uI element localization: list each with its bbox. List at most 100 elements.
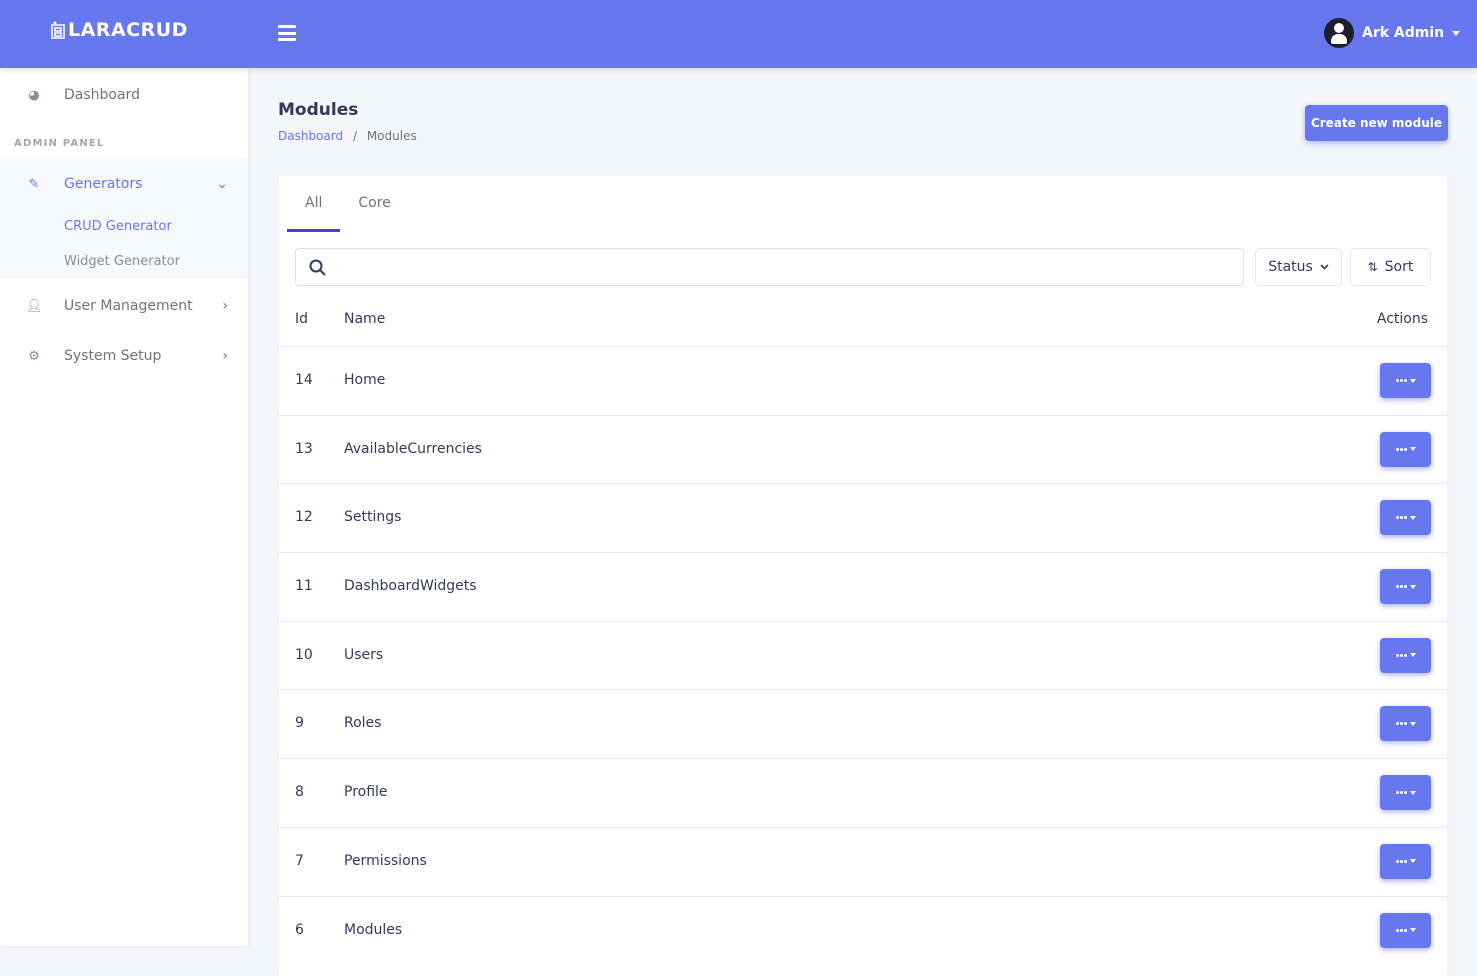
row-id: 10 xyxy=(295,646,313,663)
table-row: 12 Settings xyxy=(279,483,1447,552)
breadcrumb: Dashboard / Modules xyxy=(278,129,417,143)
caret-down-icon xyxy=(1409,928,1416,932)
row-actions-button[interactable] xyxy=(1380,637,1431,673)
row-actions-button[interactable] xyxy=(1380,431,1431,467)
app-name: LARACRUD xyxy=(68,19,188,41)
status-filter-button[interactable]: Status xyxy=(1255,248,1342,286)
more-dots-icon xyxy=(1395,653,1407,657)
row-id: 6 xyxy=(295,921,304,938)
tab-all[interactable]: All xyxy=(287,176,341,232)
generators-group: ✎ Generators ⌄ CRUD Generator Widget Gen… xyxy=(0,159,248,279)
table-row: 7 Permissions xyxy=(279,826,1447,896)
caret-down-icon xyxy=(1409,584,1416,589)
sidebar-item-label: Generators xyxy=(64,176,143,192)
sidebar-item-label: User Management xyxy=(64,298,193,314)
create-module-button[interactable]: Create new module xyxy=(1305,105,1448,141)
caret-down-icon xyxy=(1409,378,1416,383)
column-header-actions: Actions xyxy=(1376,311,1428,327)
row-name: Profile xyxy=(344,784,388,801)
chevron-down-icon xyxy=(1320,264,1329,270)
table-row: 6 Modules xyxy=(279,895,1447,965)
sidebar-item-crud-generator[interactable]: CRUD Generator xyxy=(0,209,248,244)
caret-down-icon xyxy=(1452,30,1461,36)
row-name: AvailableCurrencies xyxy=(344,440,482,457)
top-navbar: LARACRUD Ark Admin xyxy=(0,0,1477,68)
dashboard-gauge-icon: ◕ xyxy=(28,87,40,103)
caret-down-icon xyxy=(1409,653,1416,658)
menu-header: ADMIN PANEL xyxy=(14,138,105,149)
column-header-id: Id xyxy=(295,311,309,327)
more-dots-icon xyxy=(1395,379,1407,382)
column-header-name: Name xyxy=(344,311,386,327)
table-row: 13 AvailableCurrencies xyxy=(279,414,1447,484)
user-name: Ark Admin xyxy=(1362,25,1445,41)
more-dots-icon xyxy=(1395,516,1407,520)
row-actions-button[interactable] xyxy=(1380,500,1431,536)
row-name: Settings xyxy=(344,509,402,526)
row-name: Home xyxy=(344,372,386,388)
logo-icon xyxy=(51,21,65,39)
search-icon xyxy=(309,259,326,276)
modules-table: 14 Home 13 AvailableCurrencies 12 Settin… xyxy=(279,346,1447,964)
table-row: 11 DashboardWidgets xyxy=(279,552,1447,621)
user-icon: 👤︎ xyxy=(25,298,43,314)
tab-core[interactable]: Core xyxy=(340,176,408,232)
breadcrumb-dashboard[interactable]: Dashboard xyxy=(278,129,343,143)
row-actions-button[interactable] xyxy=(1380,912,1431,948)
row-actions-button[interactable] xyxy=(1380,569,1431,605)
more-dots-icon xyxy=(1395,928,1407,932)
gear-icon: ⚙ xyxy=(28,348,40,364)
caret-down-icon xyxy=(1409,790,1416,795)
chevron-right-icon: › xyxy=(222,348,228,364)
row-id: 14 xyxy=(295,372,313,388)
row-name: Roles xyxy=(344,715,382,732)
more-dots-icon xyxy=(1395,791,1407,795)
menu-toggle-icon[interactable] xyxy=(278,25,296,41)
table-row: 10 Users xyxy=(279,620,1447,690)
row-name: Modules xyxy=(344,921,403,938)
row-id: 8 xyxy=(295,784,304,801)
user-menu[interactable]: Ark Admin xyxy=(1324,18,1461,48)
caret-down-icon xyxy=(1409,515,1416,520)
sort-arrows-icon: ⇅ xyxy=(1367,260,1378,274)
sidebar-item-label: Dashboard xyxy=(64,87,140,103)
sort-label: Sort xyxy=(1384,259,1414,275)
table-row: 9 Roles xyxy=(279,689,1447,758)
app-logo[interactable]: LARACRUD xyxy=(50,19,188,41)
row-id: 13 xyxy=(295,440,313,457)
row-id: 11 xyxy=(295,578,313,595)
status-label: Status xyxy=(1268,259,1313,275)
chevron-right-icon: › xyxy=(222,298,228,314)
modules-card: All Core Status ⇅ Sort Id Name Actions 1… xyxy=(279,176,1447,976)
caret-down-icon xyxy=(1409,859,1416,864)
sidebar-item-generators[interactable]: ✎ Generators ⌄ xyxy=(0,159,248,209)
row-actions-button[interactable] xyxy=(1380,843,1431,879)
row-actions-button[interactable] xyxy=(1380,363,1431,398)
table-row: 14 Home xyxy=(279,346,1447,415)
sidebar: ◕ Dashboard ADMIN PANEL ✎ Generators ⌄ C… xyxy=(0,68,248,946)
breadcrumb-current: Modules xyxy=(366,129,417,143)
page-title: Modules xyxy=(278,100,359,120)
magic-wand-icon: ✎ xyxy=(28,176,40,192)
sort-button[interactable]: ⇅ Sort xyxy=(1350,248,1431,286)
row-actions-button[interactable] xyxy=(1380,706,1431,742)
caret-down-icon xyxy=(1409,721,1416,726)
more-dots-icon xyxy=(1395,447,1407,451)
sidebar-item-user-management[interactable]: 👤︎ User Management › xyxy=(0,281,248,331)
table-row: 8 Profile xyxy=(279,758,1447,827)
more-dots-icon xyxy=(1395,585,1407,589)
more-dots-icon xyxy=(1395,859,1407,863)
sidebar-item-system-setup[interactable]: ⚙ System Setup › xyxy=(0,331,248,381)
tabs: All Core xyxy=(287,176,409,232)
row-name: DashboardWidgets xyxy=(344,578,477,595)
search-input[interactable] xyxy=(295,248,1244,286)
row-name: Users xyxy=(344,646,384,663)
row-id: 12 xyxy=(295,509,313,526)
row-id: 9 xyxy=(295,715,304,732)
sidebar-item-dashboard[interactable]: ◕ Dashboard xyxy=(0,68,248,122)
sidebar-item-label: System Setup xyxy=(64,348,162,364)
row-name: Permissions xyxy=(344,852,427,869)
sidebar-item-widget-generator[interactable]: Widget Generator xyxy=(0,244,248,279)
row-id: 7 xyxy=(295,852,304,869)
row-actions-button[interactable] xyxy=(1380,775,1431,811)
